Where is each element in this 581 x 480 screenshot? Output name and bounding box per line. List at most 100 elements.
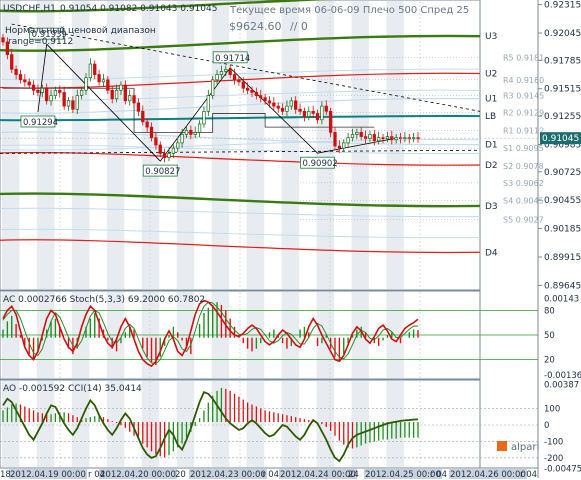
time-tick-label: 2012.04.26 00:00	[450, 470, 526, 480]
price-tick-label: 0.90725	[544, 168, 581, 178]
candle-body	[241, 81, 245, 89]
candle-body	[272, 102, 276, 107]
candle-body	[328, 111, 333, 133]
ao-tick-label: -100	[544, 437, 563, 447]
candle-body	[315, 113, 320, 121]
time-stub-label: 18	[0, 470, 11, 480]
time-axis[interactable]: 2012.04.19 00:00 2012.04.20 00:00 2012.04.…	[0, 467, 538, 480]
ac-axis[interactable]: 0.00143805020-0.00136	[544, 295, 581, 381]
candle-body	[114, 89, 119, 100]
ac-tick-label: 20	[544, 356, 555, 366]
stripe	[316, 381, 334, 467]
candle-body	[298, 108, 302, 112]
candle-body	[276, 105, 280, 109]
candle-body	[123, 84, 127, 102]
level-label-d4: D4	[485, 248, 498, 258]
candle-body	[381, 137, 385, 140]
swing-label: 0.91294	[23, 118, 58, 128]
server-time-readout: Текущее время 06-06-09 Плечо 500 Спред 2…	[229, 5, 469, 16]
candle-body	[337, 145, 342, 149]
alpari-logo-icon	[497, 441, 507, 451]
candle-body	[333, 132, 337, 147]
time-stub-label: r 04	[520, 470, 537, 480]
stripe	[386, 1, 404, 289]
level-label-u2: U2	[485, 70, 497, 80]
price-tick-label: 0.90185	[544, 225, 581, 235]
candle-body	[311, 111, 315, 114]
time-tick-label: 2012.04.24 00:00	[280, 470, 356, 480]
stripe	[106, 1, 125, 289]
candle-body	[23, 79, 27, 83]
stripe	[316, 1, 334, 289]
candle-body	[58, 89, 62, 93]
candle-body	[40, 87, 44, 93]
candle-body	[259, 95, 263, 99]
candle-body	[154, 137, 158, 146]
ohlc-readout: 0.91054 0.91082 0.91043 0.91045	[60, 4, 217, 14]
stripe	[281, 1, 300, 289]
candle-body	[289, 100, 293, 107]
candle-body	[136, 102, 141, 112]
candle-body	[250, 89, 254, 93]
candle-body	[359, 132, 363, 137]
ac-tick-label: 50	[544, 331, 555, 341]
balance-readout: $9624.60	[229, 20, 282, 33]
ac-stoch-title: AC 0.0002766 Stoch(5,3,3) 69.2000 60.780…	[3, 295, 205, 305]
positions-readout: // 0	[290, 20, 308, 33]
candle-body	[320, 105, 324, 121]
candle-body	[79, 89, 84, 96]
candle-body	[237, 79, 241, 83]
candle-body	[189, 129, 193, 135]
ao-axis[interactable]: 0.00387 100 0 -100 -200-0.00475	[544, 380, 581, 474]
candle-body	[202, 111, 206, 125]
terminal-chart[interactable]: U4U3U2U1LBD1D2D3D4R5 0.9181R4 0.9160R3 0…	[0, 0, 581, 480]
candle-body	[10, 54, 14, 70]
swing-label: 0.90827	[145, 167, 180, 177]
ao-tick-label: 0.00387	[544, 380, 579, 390]
candle-body	[180, 134, 184, 144]
candle-body	[53, 89, 58, 96]
swing-label: 0.90902	[303, 159, 338, 169]
price-tick-label: 0.91785	[544, 56, 581, 66]
candle-body	[215, 74, 219, 81]
candle-body	[219, 71, 224, 75]
alpari-watermark: alpari	[497, 441, 539, 453]
candle-body	[106, 79, 110, 91]
candle-body	[171, 147, 176, 154]
candle-body	[132, 95, 136, 104]
candle-body	[224, 68, 228, 72]
candle-body	[280, 107, 285, 112]
ao-tick-label: 0	[544, 421, 549, 431]
candle-body	[342, 142, 346, 149]
candle-body	[66, 100, 71, 107]
level-label-u3: U3	[485, 32, 497, 42]
candle-body	[31, 84, 36, 91]
candle-body	[27, 81, 31, 86]
range-readout: range=0.9112	[8, 37, 73, 47]
current-price-tag: 0.91045	[540, 132, 581, 145]
level-label-d3: D3	[485, 202, 498, 212]
stripe	[351, 381, 369, 467]
time-tick-label: 2012.04.20 00:00	[100, 470, 176, 480]
candle-body	[355, 132, 359, 135]
stripe	[246, 381, 265, 467]
candle-body	[158, 144, 162, 154]
candle-body	[71, 100, 75, 110]
stripe	[281, 381, 300, 467]
swing-label: 0.91714	[215, 54, 250, 64]
candle-body	[232, 74, 237, 81]
price-tick-label: 0.89645	[544, 281, 581, 291]
candle-body	[228, 68, 232, 75]
time-stub-label: 20	[175, 470, 186, 480]
stripe	[386, 381, 404, 467]
level-label-lb: LB	[485, 112, 496, 122]
candle-body	[267, 100, 272, 104]
candle-body	[145, 121, 149, 128]
candle-body	[245, 87, 250, 91]
time-stub-label: r 04	[262, 470, 279, 480]
time-tick-label: 2012.04.19 00:00	[10, 470, 86, 480]
candle-body	[62, 92, 66, 107]
time-stub-label: r 04	[88, 470, 105, 480]
candle-body	[88, 63, 93, 79]
ao-tick-label: -200	[544, 454, 563, 464]
